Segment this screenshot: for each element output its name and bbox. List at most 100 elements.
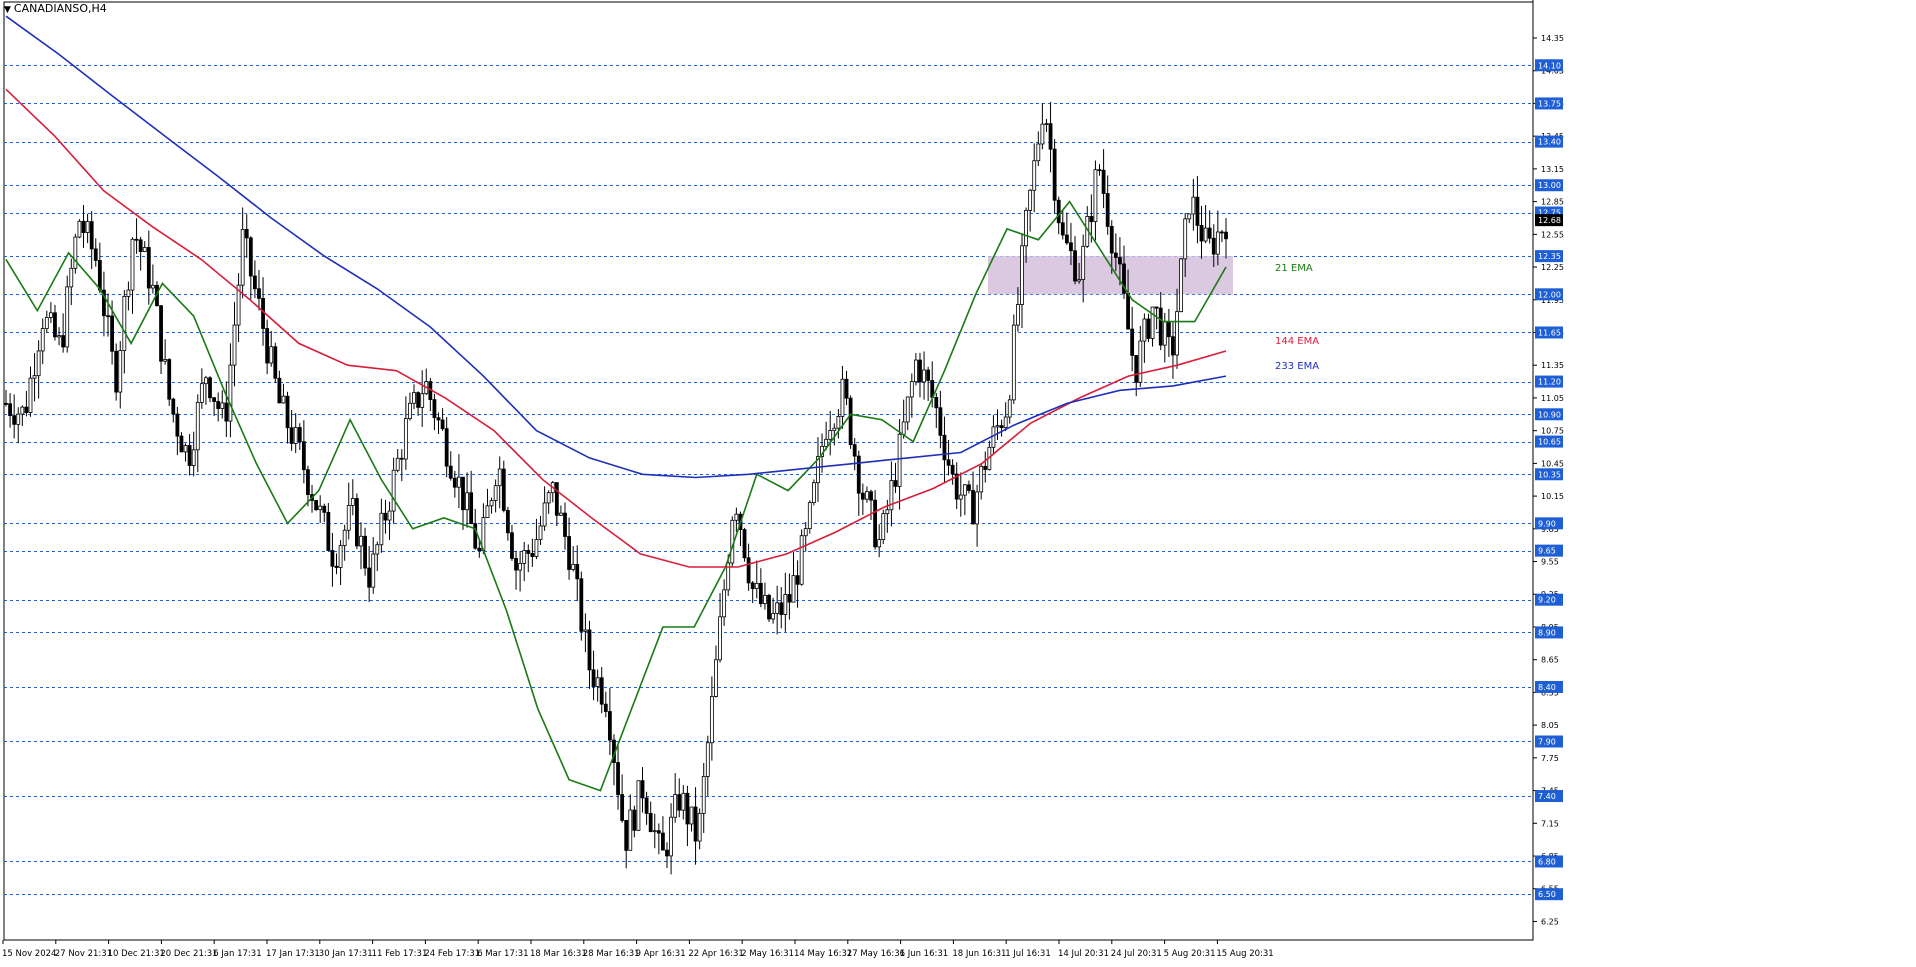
candle-body bbox=[607, 711, 612, 741]
candle-body bbox=[265, 328, 270, 364]
candle-body bbox=[16, 413, 21, 425]
candle-body bbox=[220, 402, 225, 409]
candle-body bbox=[873, 499, 877, 548]
candle-body bbox=[942, 434, 947, 461]
level-label: 10.35 bbox=[1538, 470, 1561, 479]
candle-body bbox=[191, 449, 196, 466]
level-label: 11.20 bbox=[1538, 378, 1561, 387]
ema-label-1: 144 EMA bbox=[1275, 336, 1319, 347]
candle-body bbox=[779, 602, 784, 615]
time-label: 24 Feb 17:31 bbox=[424, 949, 480, 959]
candle-body bbox=[1215, 231, 1220, 255]
candle-body bbox=[983, 465, 988, 470]
candle-body bbox=[1171, 336, 1175, 356]
candle-body bbox=[485, 505, 490, 519]
candle-body bbox=[448, 465, 453, 479]
candle-body bbox=[40, 328, 45, 352]
price-tick-label: 11.05 bbox=[1541, 394, 1564, 403]
candle-body bbox=[73, 236, 78, 269]
candle-body bbox=[946, 459, 951, 466]
candle-body bbox=[130, 238, 135, 291]
candle-body bbox=[1011, 324, 1016, 401]
candle-body bbox=[693, 806, 698, 842]
candle-body bbox=[289, 427, 294, 444]
candle-body bbox=[648, 813, 653, 832]
candle-body bbox=[669, 816, 673, 857]
candle-body bbox=[159, 305, 163, 362]
candle-body bbox=[705, 742, 710, 777]
candle-body bbox=[1203, 227, 1208, 242]
candle-body bbox=[1048, 123, 1053, 150]
candle-body bbox=[767, 594, 771, 620]
candle-body bbox=[918, 359, 922, 383]
candle-body bbox=[1162, 321, 1167, 346]
price-chart[interactable]: 21 EMA144 EMA233 EMA6.256.556.857.157.45… bbox=[0, 0, 1916, 963]
candle-body bbox=[718, 616, 722, 661]
candle-body bbox=[534, 539, 539, 557]
candle-body bbox=[999, 425, 1004, 429]
candle-body bbox=[1101, 169, 1106, 194]
candle-body bbox=[518, 562, 523, 571]
candle-body bbox=[199, 383, 204, 403]
candle-body bbox=[350, 498, 355, 506]
candle-body bbox=[681, 792, 686, 811]
title-dropdown-icon[interactable]: ▼ bbox=[4, 5, 11, 15]
candle-body bbox=[24, 406, 29, 413]
candle-body bbox=[514, 558, 518, 571]
candle-body bbox=[142, 247, 147, 252]
candle-body bbox=[1056, 199, 1061, 224]
candle-body bbox=[971, 490, 975, 525]
level-label: 9.65 bbox=[1538, 547, 1556, 556]
candle-body bbox=[901, 421, 906, 435]
ema-line-1 bbox=[5, 88, 1227, 568]
candle-body bbox=[1028, 189, 1033, 211]
candle-body bbox=[828, 430, 833, 440]
candle-body bbox=[355, 498, 359, 547]
candle-body bbox=[163, 359, 168, 362]
candle-body bbox=[575, 564, 580, 580]
candle-body bbox=[497, 468, 502, 487]
candle-body bbox=[1032, 160, 1037, 191]
candle-body bbox=[412, 392, 416, 404]
candle-body bbox=[493, 485, 498, 501]
candle-body bbox=[175, 413, 180, 437]
candle-body bbox=[461, 476, 465, 511]
candle-body bbox=[383, 512, 388, 521]
candle-body bbox=[326, 511, 331, 551]
candle-body bbox=[938, 407, 943, 436]
time-label: 9 Apr 16:31 bbox=[636, 949, 686, 959]
candle-body bbox=[469, 492, 474, 525]
level-label: 13.40 bbox=[1538, 138, 1561, 147]
candle-body bbox=[367, 567, 372, 588]
candle-body bbox=[1003, 416, 1008, 429]
candle-body bbox=[1130, 328, 1135, 356]
candle-body bbox=[905, 396, 910, 423]
price-tick-label: 12.85 bbox=[1541, 198, 1564, 207]
time-label: 17 Jan 17:31 bbox=[266, 949, 320, 959]
candle-body bbox=[363, 535, 367, 569]
price-tick-label: 7.15 bbox=[1541, 819, 1559, 828]
candle-body bbox=[652, 830, 657, 833]
candle-body bbox=[877, 539, 882, 548]
time-label: 18 Jun 16:31 bbox=[952, 949, 1006, 959]
candle-body bbox=[314, 500, 319, 511]
candle-body bbox=[252, 275, 257, 290]
candle-body bbox=[967, 484, 971, 491]
candle-body bbox=[330, 550, 335, 567]
candle-body bbox=[93, 248, 98, 261]
candle-body bbox=[1036, 143, 1041, 162]
candle-body bbox=[522, 550, 527, 564]
candle-body bbox=[1113, 252, 1118, 258]
candle-body bbox=[195, 401, 200, 451]
price-tick-label: 8.05 bbox=[1541, 721, 1559, 730]
price-tick-label: 11.35 bbox=[1541, 361, 1564, 370]
candle-body bbox=[334, 565, 339, 568]
candle-body bbox=[146, 247, 151, 289]
candle-body bbox=[48, 312, 53, 318]
candle-body bbox=[603, 703, 608, 712]
candle-body bbox=[1179, 258, 1184, 313]
candle-body bbox=[1060, 222, 1065, 236]
candle-body bbox=[473, 523, 478, 549]
candle-body bbox=[1089, 216, 1094, 223]
candle-body bbox=[754, 582, 759, 590]
